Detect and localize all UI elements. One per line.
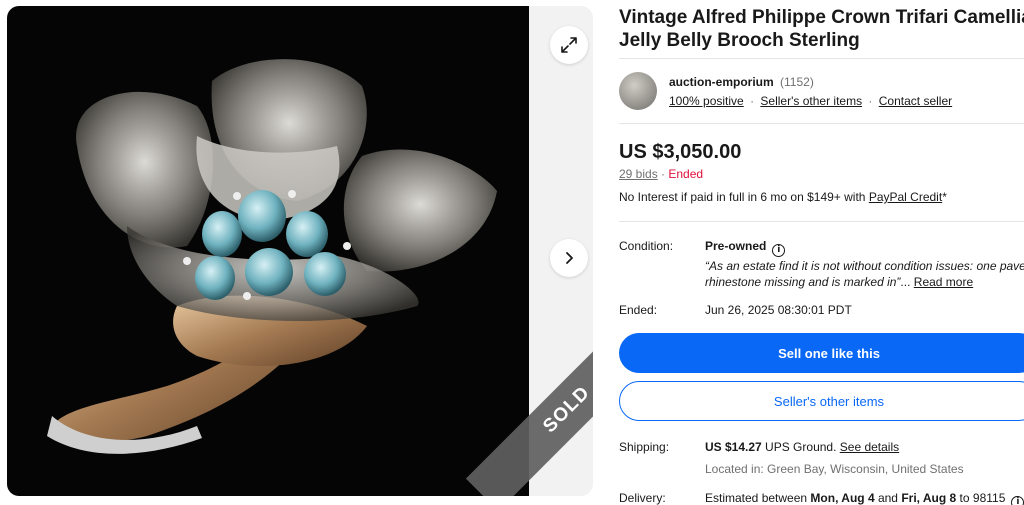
seller-feedback-count: (1152) bbox=[780, 75, 814, 89]
bids-separator: · bbox=[657, 167, 669, 181]
divider bbox=[619, 123, 1024, 124]
photo-frame: SOLD bbox=[7, 6, 593, 496]
price: US $3,050.00 bbox=[619, 141, 742, 163]
expand-button[interactable] bbox=[550, 26, 588, 64]
condition-label: Condition: bbox=[619, 239, 674, 253]
ended-value: Jun 26, 2025 08:30:01 PDT bbox=[705, 303, 852, 317]
shipping-price: US $14.27 bbox=[705, 440, 762, 454]
listing-title: Vintage Alfred Philippe Crown Trifari Ca… bbox=[619, 6, 1024, 52]
divider bbox=[619, 221, 1024, 222]
expand-icon bbox=[561, 37, 577, 53]
condition-description: “As an estate find it is not without con… bbox=[705, 258, 1024, 290]
shipping-value: US $14.27 UPS Ground. See details bbox=[705, 440, 899, 454]
info-icon[interactable]: i bbox=[1011, 495, 1024, 505]
contact-seller-link[interactable]: Contact seller bbox=[879, 94, 952, 108]
shipping-label: Shipping: bbox=[619, 440, 670, 454]
bids-link[interactable]: 29 bids bbox=[619, 167, 658, 181]
read-more-link[interactable]: Read more bbox=[914, 275, 973, 289]
see-details-link[interactable]: See details bbox=[840, 440, 899, 454]
sellers-other-items-button[interactable]: Seller's other items bbox=[619, 381, 1024, 421]
delivery-end: Fri, Aug 8 bbox=[901, 491, 957, 505]
seller-positive-link[interactable]: 100% positive bbox=[669, 94, 744, 108]
delivery-middle: and bbox=[874, 491, 902, 505]
paypal-credit-offer: No Interest if paid in full in 6 mo on $… bbox=[619, 190, 947, 204]
sold-label: SOLD bbox=[539, 382, 593, 438]
seller-other-items-link[interactable]: Seller's other items bbox=[760, 94, 862, 108]
seller-links: 100% positive · Seller's other items · C… bbox=[669, 94, 952, 108]
separator: · bbox=[750, 94, 755, 108]
info-icon[interactable]: i bbox=[772, 243, 786, 257]
brooch-image bbox=[47, 59, 497, 454]
condition-quote-line2: rhinestone missing and is marked in” bbox=[705, 275, 901, 289]
condition-quote-line1: “As an estate find it is not without con… bbox=[705, 259, 1024, 273]
sell-one-like-this-button[interactable]: Sell one like this bbox=[619, 333, 1024, 373]
delivery-value: Estimated between Mon, Aug 4 and Fri, Au… bbox=[705, 491, 1024, 505]
listing-title-line2: Jelly Belly Brooch Sterling bbox=[619, 30, 860, 51]
chevron-right-icon bbox=[566, 252, 573, 264]
paypal-credit-link[interactable]: PayPal Credit bbox=[869, 190, 942, 204]
seller-info: auction-emporium (1152) bbox=[669, 75, 814, 89]
delivery-label: Delivery: bbox=[619, 491, 666, 505]
next-image-button[interactable] bbox=[550, 239, 588, 277]
status-ended: Ended bbox=[668, 167, 704, 181]
condition-text: Pre-owned bbox=[705, 239, 767, 253]
product-photo[interactable] bbox=[7, 6, 529, 496]
delivery-start: Mon, Aug 4 bbox=[810, 491, 875, 505]
delivery-suffix: to 98115 bbox=[956, 491, 1006, 505]
seller-name[interactable]: auction-emporium bbox=[669, 75, 774, 89]
credit-suffix: * bbox=[942, 190, 947, 204]
shipping-method: UPS Ground. bbox=[761, 440, 840, 454]
separator: · bbox=[868, 94, 873, 108]
delivery-prefix: Estimated between bbox=[705, 491, 811, 505]
item-location: Located in: Green Bay, Wisconsin, United… bbox=[705, 462, 964, 476]
bids-row: 29 bids · Ended bbox=[619, 167, 703, 181]
listing-details-panel: Vintage Alfred Philippe Crown Trifari Ca… bbox=[619, 0, 1024, 505]
seller-avatar[interactable] bbox=[619, 72, 657, 110]
image-gallery: SOLD bbox=[0, 0, 594, 505]
ellipsis: ... bbox=[900, 275, 911, 289]
listing-title-line1: Vintage Alfred Philippe Crown Trifari Ca… bbox=[619, 7, 1024, 28]
ended-label: Ended: bbox=[619, 303, 658, 317]
divider bbox=[619, 58, 1024, 59]
credit-text: No Interest if paid in full in 6 mo on $… bbox=[619, 190, 869, 204]
condition-value: Pre-owned i bbox=[705, 239, 786, 257]
